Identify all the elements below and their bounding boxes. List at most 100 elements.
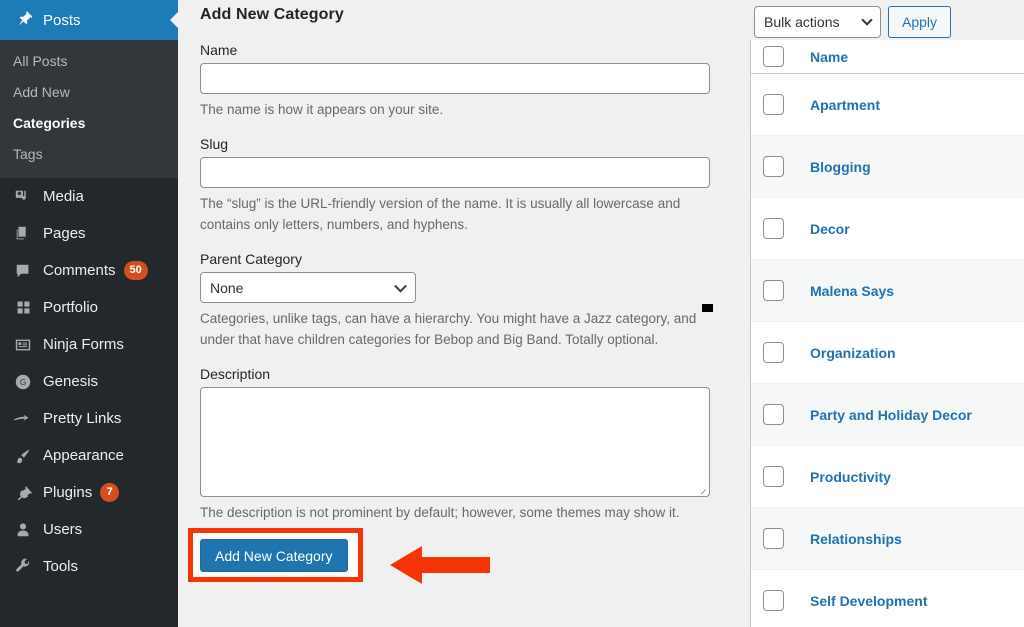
comments-icon: [12, 261, 34, 281]
pages-icon: [12, 224, 34, 244]
sidebar-item-users[interactable]: Users: [0, 511, 178, 548]
bulk-actions-toolbar: Bulk actions Apply: [750, 0, 1024, 40]
sidebar-item-comments[interactable]: Comments 50: [0, 252, 178, 289]
table-row[interactable]: Relationships: [751, 508, 1024, 570]
sidebar-item-media-label: Media: [43, 188, 84, 205]
bulk-actions-select[interactable]: Bulk actions: [754, 6, 881, 38]
table-row[interactable]: Blogging: [751, 136, 1024, 198]
sidebar-subitem-tags[interactable]: Tags: [0, 139, 178, 170]
table-row[interactable]: Productivity: [751, 446, 1024, 508]
categories-table: Name Apartment Blogging Decor Malena Say…: [750, 40, 1024, 627]
category-name-link[interactable]: Decor: [810, 221, 850, 237]
table-row[interactable]: Self Development: [751, 570, 1024, 627]
row-checkbox[interactable]: [763, 528, 784, 549]
forms-icon: [12, 335, 34, 355]
sidebar-item-portfolio[interactable]: Portfolio: [0, 289, 178, 326]
select-all-checkbox[interactable]: [763, 46, 784, 67]
media-icon: [12, 187, 34, 207]
sidebar-subitem-all-posts[interactable]: All Posts: [0, 46, 178, 77]
row-checkbox[interactable]: [763, 280, 784, 301]
sidebar-item-pages[interactable]: Pages: [0, 215, 178, 252]
sidebar-item-appearance-label: Appearance: [43, 447, 124, 464]
sidebar-item-genesis-label: Genesis: [43, 373, 99, 390]
annotation-arrow-icon: [390, 546, 490, 584]
slug-field-label: Slug: [200, 136, 229, 152]
sidebar-item-users-label: Users: [43, 521, 83, 538]
bulk-actions-selected-value: Bulk actions: [764, 14, 840, 30]
pin-icon: [12, 10, 34, 31]
parent-category-selected-value: None: [210, 279, 244, 296]
sidebar-item-portfolio-label: Portfolio: [43, 299, 99, 316]
description-textarea-wrap: [200, 387, 710, 497]
category-name-link[interactable]: Relationships: [810, 531, 902, 547]
sidebar-item-posts-label: Posts: [43, 11, 81, 29]
comments-count-badge: 50: [123, 261, 148, 280]
sidebar-item-comments-label: Comments: [43, 262, 116, 279]
name-field-help: The name is how it appears on your site.: [200, 102, 444, 117]
wrench-icon: [12, 557, 34, 577]
category-name-link[interactable]: Blogging: [810, 159, 871, 175]
row-checkbox[interactable]: [763, 342, 784, 363]
sidebar-item-tools[interactable]: Tools: [0, 548, 178, 585]
slug-input[interactable]: [200, 157, 710, 188]
apply-button[interactable]: Apply: [888, 6, 952, 38]
mouse-cursor-artifact: [702, 304, 713, 312]
name-input[interactable]: [200, 63, 710, 94]
sidebar-item-plugins[interactable]: Plugins 7: [0, 474, 178, 511]
row-checkbox[interactable]: [763, 590, 784, 611]
sidebar-item-pretty-links-label: Pretty Links: [43, 410, 122, 427]
chevron-down-icon: [861, 14, 873, 26]
description-field-label: Description: [200, 366, 271, 382]
category-name-link[interactable]: Malena Says: [810, 283, 894, 299]
sidebar-subitem-add-new[interactable]: Add New: [0, 77, 178, 108]
sidebar-item-pages-label: Pages: [43, 225, 86, 242]
row-checkbox[interactable]: [763, 218, 784, 239]
category-name-link[interactable]: Productivity: [810, 469, 891, 485]
parent-category-help: Categories, unlike tags, can have a hier…: [200, 311, 697, 347]
sidebar-item-media[interactable]: Media: [0, 178, 178, 215]
user-icon: [12, 520, 34, 540]
category-name-link[interactable]: Organization: [810, 345, 896, 361]
chevron-down-icon: [394, 279, 407, 293]
category-name-link[interactable]: Party and Holiday Decor: [810, 407, 972, 423]
plugins-count-badge: 7: [100, 483, 120, 502]
portfolio-icon: [12, 298, 34, 318]
table-row[interactable]: Decor: [751, 198, 1024, 260]
sidebar-item-posts[interactable]: Posts: [0, 0, 178, 40]
posts-submenu: All Posts Add New Categories Tags: [0, 40, 178, 178]
category-name-link[interactable]: Self Development: [810, 593, 927, 609]
add-new-category-form: Add New Category Name The name is how it…: [178, 0, 750, 627]
row-checkbox[interactable]: [763, 156, 784, 177]
slug-field-help: The “slug” is the URL-friendly version o…: [200, 196, 681, 232]
pretty-links-icon: [12, 409, 34, 429]
row-checkbox[interactable]: [763, 466, 784, 487]
description-field-help: The description is not prominent by defa…: [200, 505, 680, 520]
table-header-row: Name: [751, 40, 1024, 74]
sidebar-item-pretty-links[interactable]: Pretty Links: [0, 400, 178, 437]
category-name-link[interactable]: Apartment: [810, 97, 880, 113]
parent-category-label: Parent Category: [200, 251, 302, 267]
admin-sidebar: Posts All Posts Add New Categories Tags …: [0, 0, 178, 627]
add-new-category-button[interactable]: Add New Category: [200, 539, 348, 572]
submit-area: Add New Category: [188, 528, 708, 584]
column-header-name[interactable]: Name: [810, 49, 848, 65]
sidebar-item-appearance[interactable]: Appearance: [0, 437, 178, 474]
parent-category-select[interactable]: None: [200, 272, 416, 303]
categories-list-panel: Bulk actions Apply Name Apartment Bloggi…: [750, 0, 1024, 627]
row-checkbox[interactable]: [763, 94, 784, 115]
row-checkbox[interactable]: [763, 404, 784, 425]
table-row[interactable]: Malena Says: [751, 260, 1024, 322]
brush-icon: [12, 446, 34, 466]
wordpress-admin-screen: Posts All Posts Add New Categories Tags …: [0, 0, 1024, 627]
table-row[interactable]: Organization: [751, 322, 1024, 384]
name-field-label: Name: [200, 42, 238, 58]
sidebar-item-genesis[interactable]: G Genesis: [0, 363, 178, 400]
table-row[interactable]: Apartment: [751, 74, 1024, 136]
sidebar-subitem-categories[interactable]: Categories: [0, 108, 178, 139]
table-row[interactable]: Party and Holiday Decor: [751, 384, 1024, 446]
sidebar-item-ninja-forms[interactable]: Ninja Forms: [0, 326, 178, 363]
sidebar-active-pointer: [170, 12, 178, 28]
resize-grip-icon[interactable]: [696, 483, 707, 494]
sidebar-item-plugins-label: Plugins: [43, 484, 93, 501]
sidebar-item-ninja-forms-label: Ninja Forms: [43, 336, 124, 353]
